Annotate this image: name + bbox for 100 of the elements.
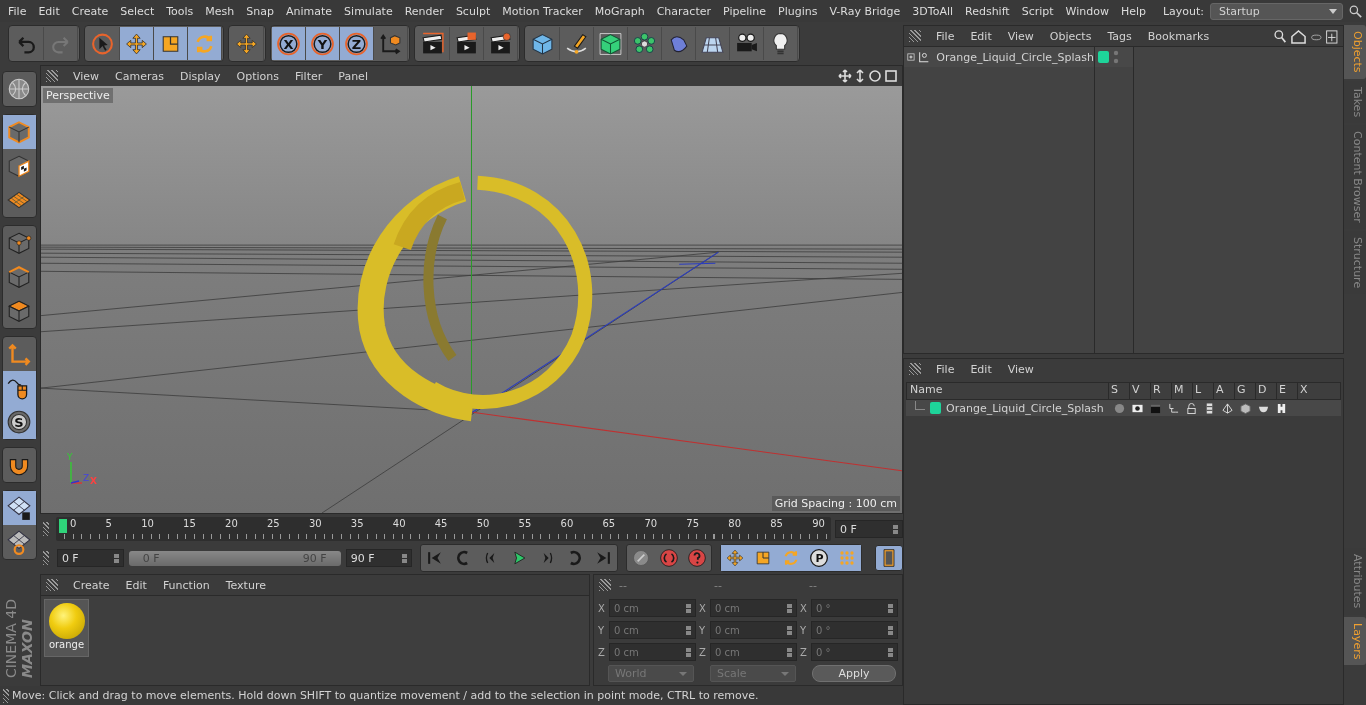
menu-item[interactable]: Function	[155, 578, 217, 592]
menu-item[interactable]: Mesh	[199, 4, 241, 18]
menu-item[interactable]: Redshift	[959, 4, 1016, 18]
axis-label: X	[598, 602, 606, 614]
menu-item[interactable]: Tags	[1100, 29, 1139, 43]
menu-item[interactable]: Edit	[32, 4, 66, 18]
menu-item[interactable]: Pipeline	[717, 4, 773, 18]
solo-dot-icon[interactable]	[1114, 402, 1125, 414]
column-header[interactable]: V	[1129, 383, 1150, 399]
visibility-dots-icon[interactable]	[1113, 50, 1119, 64]
menu-item[interactable]: Cameras	[108, 69, 171, 83]
tool-button[interactable]	[2, 491, 36, 525]
globe-icon	[6, 76, 32, 102]
panel-grip	[599, 579, 611, 591]
menu-item[interactable]: Edit	[963, 362, 999, 376]
layer-color-swatch[interactable]	[930, 402, 941, 414]
circle-icon	[276, 30, 301, 57]
menu-item[interactable]: File	[929, 29, 962, 43]
menu-item[interactable]: Simulate	[338, 4, 399, 18]
pyramid-icon[interactable]	[1222, 402, 1233, 414]
axis-label: Y	[800, 624, 808, 636]
axis-lock-button[interactable]: Y	[306, 27, 340, 60]
frame-number: 35	[350, 517, 364, 530]
menu-item[interactable]: Character	[650, 4, 717, 18]
menu-item[interactable]: Options	[229, 69, 286, 83]
menu-item[interactable]: Objects	[1042, 29, 1099, 43]
column-header[interactable]: A	[1213, 383, 1234, 399]
lock-icon[interactable]	[1186, 402, 1197, 414]
frame-number: 55	[518, 517, 532, 530]
menu-item[interactable]: Edit	[118, 578, 154, 592]
menu-item[interactable]: Plugins	[772, 4, 824, 18]
menu-item[interactable]: Tools	[160, 4, 200, 18]
column-header[interactable]: X	[1297, 383, 1318, 399]
menu-item[interactable]: Select	[114, 4, 161, 18]
layer-row[interactable]: Orange_Liquid_Circle_Splash	[906, 400, 1341, 416]
column-header[interactable]: L	[1192, 383, 1213, 399]
menu-item[interactable]: Display	[173, 69, 228, 83]
menu-item[interactable]: Animate	[280, 4, 339, 18]
menu-item[interactable]: Render	[398, 4, 450, 18]
film-strip-icon[interactable]	[1204, 402, 1215, 414]
end-frame-field[interactable]: 90 F	[345, 549, 413, 567]
axis-lock-button[interactable]: Z	[340, 27, 374, 60]
cube-icon[interactable]	[1240, 402, 1251, 414]
material-swatch[interactable]: orange	[44, 599, 89, 657]
menu-item[interactable]: Texture	[218, 578, 273, 592]
3d-view[interactable]: Perspective Y ZX Grid Spacing : 100 cm	[41, 86, 902, 513]
menu-item[interactable]: Filter	[288, 69, 330, 83]
column-header[interactable]: S	[1108, 383, 1129, 399]
menu-item[interactable]: 3DToAll	[906, 4, 959, 18]
menu-item[interactable]: Create	[66, 578, 117, 592]
column-header[interactable]: D	[1255, 383, 1276, 399]
column-header[interactable]: G	[1234, 383, 1255, 399]
layout-dropdown[interactable]: Startup	[1210, 2, 1343, 20]
menu-item[interactable]: V-Ray Bridge	[823, 4, 907, 18]
menu-item[interactable]: View	[1000, 362, 1041, 376]
side-tab[interactable]: Objects	[1344, 25, 1366, 79]
hierarchy-icon[interactable]	[1168, 402, 1179, 414]
side-tab[interactable]: Layers	[1344, 616, 1366, 665]
apply-button[interactable]: Apply	[812, 665, 896, 682]
menu-item[interactable]: Snap	[240, 4, 280, 18]
menu-item[interactable]: View	[1000, 29, 1041, 43]
timeline-ruler[interactable]: 0 5 10 15 20 25 30 35 40 45 50 55 60 65 70 75 80 85 90	[56, 517, 831, 541]
snap-button[interactable]: S	[2, 405, 36, 439]
layer-color-swatch[interactable]	[1098, 51, 1109, 63]
tool-button[interactable]	[2, 371, 36, 405]
menu-item[interactable]: MoGraph	[588, 4, 651, 18]
circle-icon	[310, 30, 335, 57]
frame-number: 25	[266, 517, 280, 530]
parameter-button[interactable]: P	[805, 545, 834, 571]
menu-item[interactable]: View	[66, 69, 107, 83]
start-frame-field[interactable]: 0 F	[56, 549, 124, 567]
menu-item[interactable]: File	[2, 4, 33, 18]
frame-number: 10	[141, 517, 154, 530]
clapperboard-icon[interactable]	[1150, 402, 1161, 414]
menu-item[interactable]: Bookmarks	[1140, 29, 1217, 43]
cube-edges-icon	[6, 264, 32, 290]
current-frame-field[interactable]: 0 F	[835, 520, 903, 538]
column-header[interactable]: R	[1150, 383, 1171, 399]
tool-button[interactable]	[2, 115, 36, 149]
menu-item[interactable]: Edit	[963, 29, 999, 43]
timeline-button[interactable]	[875, 545, 903, 571]
manager-tool-icons[interactable]	[1272, 28, 1340, 44]
eye-icon[interactable]	[1132, 402, 1143, 414]
column-header[interactable]: M	[1171, 383, 1192, 399]
column-header[interactable]: E	[1276, 383, 1297, 399]
menu-item[interactable]: Panel	[331, 69, 375, 83]
object-row[interactable]: Orange_Liquid_Circle_Splash	[904, 47, 1094, 67]
camera-label: Perspective	[43, 88, 113, 103]
menu-item[interactable]: Script	[1015, 4, 1060, 18]
column-header[interactable]: Name	[907, 383, 1108, 399]
frame-number: 75	[686, 517, 700, 530]
menu-item[interactable]: Sculpt	[449, 4, 497, 18]
axis-lock-button[interactable]: X	[272, 27, 306, 60]
search-icon[interactable]	[1349, 4, 1362, 18]
menu-item[interactable]: File	[929, 362, 962, 376]
menu-item[interactable]: Window	[1059, 4, 1115, 18]
menu-item[interactable]: Help	[1114, 4, 1153, 18]
menu-item[interactable]: Motion Tracker	[496, 4, 589, 18]
navigation-icons[interactable]	[838, 69, 898, 83]
menu-item[interactable]: Create	[65, 4, 115, 18]
